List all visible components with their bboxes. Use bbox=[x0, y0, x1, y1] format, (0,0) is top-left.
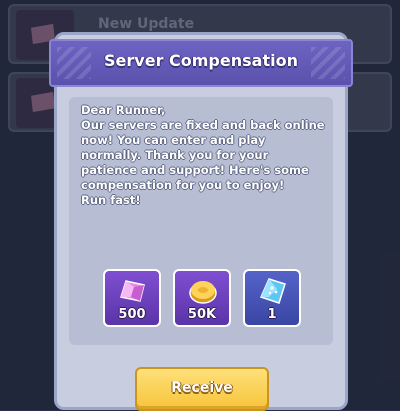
reward-quantity: 1 bbox=[267, 307, 277, 322]
dialog-header: Server Compensation bbox=[49, 39, 353, 87]
reward-item[interactable]: 500 bbox=[103, 269, 161, 327]
compensation-message: Dear Runner, Our servers are fixed and b… bbox=[81, 103, 325, 207]
blue-crystal-icon bbox=[259, 278, 286, 304]
dialog-title: Server Compensation bbox=[104, 51, 298, 70]
receive-button-label: Receive bbox=[171, 380, 233, 396]
reward-quantity: 500 bbox=[118, 307, 146, 322]
reward-item[interactable]: 50K bbox=[173, 269, 231, 327]
pink-gem-icon bbox=[120, 280, 145, 302]
reward-quantity: 50K bbox=[187, 307, 217, 322]
dialog-content: Dear Runner, Our servers are fixed and b… bbox=[69, 97, 333, 345]
receive-button[interactable]: Receive bbox=[135, 367, 269, 411]
compensation-dialog: Server Compensation Dear Runner, Our ser… bbox=[49, 32, 353, 411]
reward-item[interactable]: 1 bbox=[243, 269, 301, 327]
gold-coin-icon bbox=[189, 281, 217, 304]
